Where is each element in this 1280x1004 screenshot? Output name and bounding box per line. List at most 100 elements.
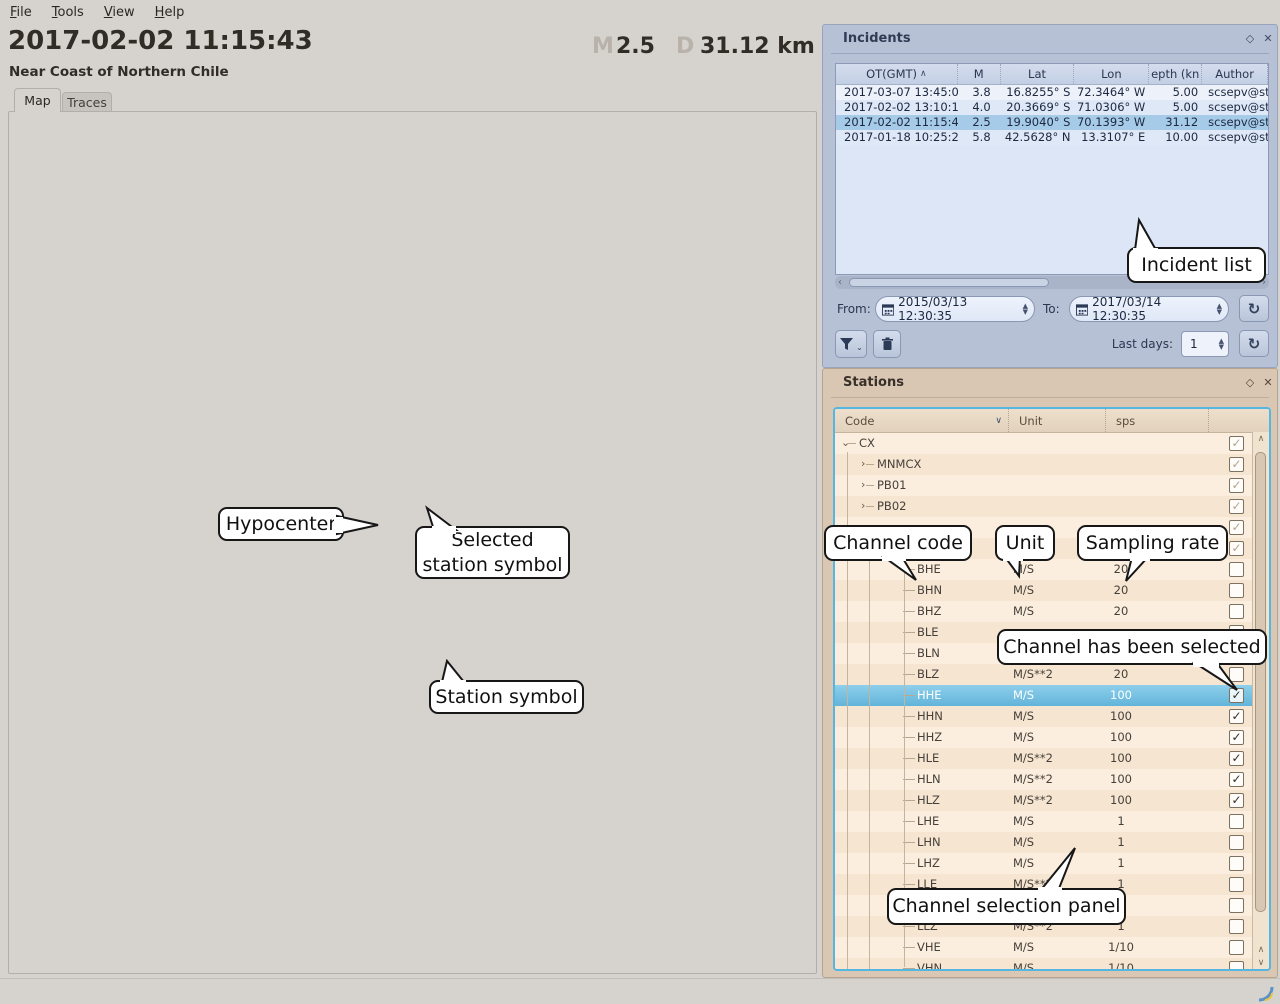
tree-row[interactable]: HLNM/S**2100✓ (835, 769, 1253, 790)
to-label: To: (1043, 302, 1060, 316)
vertical-scrollbar[interactable]: ∧ ∧ ∨ (1252, 432, 1269, 969)
channel-checkbox[interactable] (1229, 814, 1244, 829)
tree-row[interactable]: VHEM/S1/10 (835, 937, 1253, 958)
menu-item-tools[interactable]: Tools (42, 2, 94, 23)
tree-row[interactable]: HLZM/S**2100✓ (835, 790, 1253, 811)
scrollbar-thumb[interactable] (1255, 452, 1266, 912)
channel-checkbox[interactable]: ✓ (1229, 793, 1244, 808)
channel-checkbox[interactable] (1229, 898, 1244, 913)
expand-icon[interactable]: › (861, 499, 865, 512)
header-author[interactable]: Author (1202, 64, 1268, 84)
column-selected[interactable] (1209, 409, 1251, 432)
last-days-spinbox[interactable]: 1 ▲▼ (1181, 331, 1229, 357)
from-date-input[interactable]: 2015/03/13 12:30:35 ▲▼ (875, 296, 1035, 322)
incident-row[interactable]: 2017-01-18 10:25:265.842.5628° N13.3107°… (836, 130, 1268, 145)
scroll-left-icon[interactable]: ‹ (838, 276, 842, 289)
tree-row[interactable]: ›PB02✓ (835, 496, 1253, 517)
channel-checkbox[interactable] (1229, 835, 1244, 850)
tree-row-label: LHN (917, 835, 941, 849)
menu-item-file[interactable]: File (0, 2, 42, 23)
tree-row[interactable]: HHZM/S100✓ (835, 727, 1253, 748)
scroll-up-icon[interactable]: ∧ (1253, 434, 1269, 444)
incidents-table-header[interactable]: OT(GMT)∧MLatLonepth (knAuthor (836, 64, 1268, 85)
channel-checkbox[interactable] (1229, 856, 1244, 871)
header-lon[interactable]: Lon (1074, 64, 1149, 84)
clear-button[interactable] (873, 330, 901, 358)
channel-unit: M/S (1013, 583, 1103, 597)
filter-button[interactable]: ⌄ (835, 330, 867, 358)
channel-checkbox[interactable] (1229, 604, 1244, 619)
column-code[interactable]: Code∨ (835, 409, 1009, 432)
tree-row[interactable]: BHZM/S20 (835, 601, 1253, 622)
tree-row[interactable]: HLEM/S**2100✓ (835, 748, 1253, 769)
channel-checkbox[interactable] (1229, 562, 1244, 577)
dropdown-arrow-icon: ⌄ (856, 343, 863, 352)
scroll-down-icon[interactable]: ∨ (1253, 958, 1269, 968)
refresh-button[interactable]: ↻ (1239, 295, 1269, 322)
channel-sps: 1 (1099, 814, 1143, 828)
channel-checkbox[interactable] (1229, 961, 1244, 971)
channel-checkbox[interactable]: ✓ (1229, 478, 1244, 493)
tree-row-label: PB01 (877, 478, 906, 492)
refresh-button[interactable]: ↻ (1239, 330, 1269, 357)
menu-item-view[interactable]: View (94, 2, 145, 23)
tree-row[interactable]: VHNM/S1/10 (835, 958, 1253, 971)
channel-checkbox[interactable]: ✓ (1229, 541, 1244, 556)
scroll-up-icon[interactable]: ∧ (1253, 945, 1269, 955)
channel-checkbox[interactable] (1229, 919, 1244, 934)
channel-unit: M/S (1013, 709, 1103, 723)
column-unit[interactable]: Unit (1009, 409, 1106, 432)
incident-row[interactable]: 2017-03-07 13:45:073.816.8255° S72.3464°… (836, 85, 1268, 100)
expand-icon[interactable]: › (861, 478, 865, 491)
resize-grip-icon[interactable] (1256, 984, 1274, 1002)
channel-checkbox[interactable] (1229, 583, 1244, 598)
channel-checkbox[interactable]: ✓ (1229, 499, 1244, 514)
tab-traces[interactable]: Traces (62, 92, 112, 112)
header-epthkn[interactable]: epth (kn (1149, 64, 1202, 84)
spinner-arrows-icon[interactable]: ▲▼ (1023, 303, 1028, 315)
depth-label: D (676, 34, 694, 59)
tree-row-label: HLN (917, 772, 941, 786)
tree-row-label: BHN (917, 583, 942, 597)
tree-row[interactable]: HHNM/S100✓ (835, 706, 1253, 727)
event-region: Near Coast of Northern Chile (9, 64, 229, 80)
incident-row[interactable]: 2017-02-02 11:15:432.519.9040° S70.1393°… (836, 115, 1268, 130)
channel-checkbox[interactable]: ✓ (1229, 436, 1244, 451)
tree-row[interactable]: ›MNMCX✓ (835, 454, 1253, 475)
header-m[interactable]: M (958, 64, 1001, 84)
header-lat[interactable]: Lat (1001, 64, 1075, 84)
tree-row[interactable]: › PB01 ✓ (835, 475, 1253, 496)
float-panel-icon[interactable]: ◇ (1243, 376, 1257, 389)
close-panel-icon[interactable]: ✕ (1261, 32, 1275, 45)
expand-icon[interactable]: › (861, 457, 865, 470)
column-sps[interactable]: sps (1106, 409, 1209, 432)
callout-tail (434, 654, 470, 686)
tree-row[interactable]: LHEM/S1 (835, 811, 1253, 832)
scrollbar-thumb[interactable] (849, 278, 1049, 287)
channel-checkbox[interactable]: ✓ (1229, 730, 1244, 745)
channel-checkbox[interactable]: ✓ (1229, 772, 1244, 787)
channel-checkbox[interactable]: ✓ (1229, 751, 1244, 766)
tree-header[interactable]: Code∨ Unit sps (835, 409, 1269, 433)
tree-row-label: CX (859, 436, 875, 450)
from-label: From: (837, 302, 871, 316)
channel-checkbox[interactable]: ✓ (1229, 520, 1244, 535)
spinner-arrows-icon[interactable]: ▲▼ (1217, 303, 1222, 315)
tab-map[interactable]: Map (14, 88, 61, 112)
channel-checkbox[interactable]: ✓ (1229, 457, 1244, 472)
header-otgmt[interactable]: OT(GMT)∧ (836, 64, 958, 84)
channel-sps: 100 (1099, 751, 1143, 765)
incidents-table[interactable]: OT(GMT)∧MLatLonepth (knAuthor 2017-03-07… (835, 63, 1269, 275)
channel-checkbox[interactable]: ✓ (1229, 709, 1244, 724)
float-panel-icon[interactable]: ◇ (1243, 32, 1257, 45)
sort-icon: ∨ (995, 416, 1002, 426)
menu-item-help[interactable]: Help (145, 2, 195, 23)
incident-row[interactable]: 2017-02-02 13:10:144.020.3669° S71.0306°… (836, 100, 1268, 115)
channel-checkbox[interactable] (1229, 877, 1244, 892)
spinner-arrows-icon[interactable]: ▲▼ (1219, 338, 1224, 350)
tree-row[interactable]: ⌄CX✓ (835, 433, 1253, 454)
to-date-input[interactable]: 2017/03/14 12:30:35 ▲▼ (1069, 296, 1229, 322)
channel-checkbox[interactable] (1229, 940, 1244, 955)
close-panel-icon[interactable]: ✕ (1261, 376, 1275, 389)
to-date-value: 2017/03/14 12:30:35 (1092, 295, 1210, 323)
